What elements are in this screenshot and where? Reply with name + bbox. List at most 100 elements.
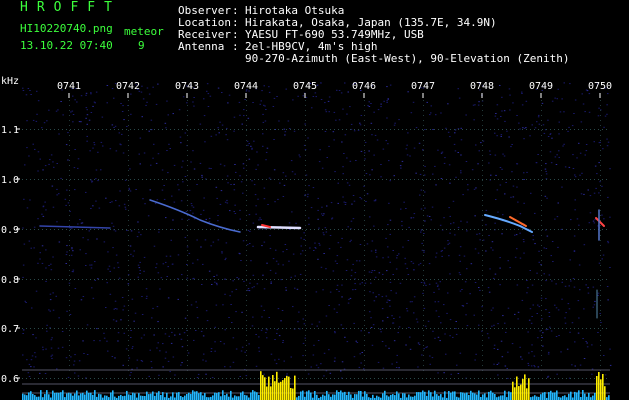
noise-speck bbox=[192, 212, 194, 214]
noise-speck bbox=[521, 358, 523, 360]
noise-speck bbox=[401, 160, 404, 162]
noise-speck bbox=[216, 274, 218, 276]
y-gridline-dot bbox=[202, 279, 203, 280]
y-gridline-dot bbox=[450, 378, 451, 379]
noise-speck bbox=[372, 292, 374, 294]
y-gridline-dot bbox=[362, 229, 363, 230]
x-gridline-dot bbox=[423, 155, 424, 156]
noise-speck bbox=[233, 116, 236, 118]
noise-speck bbox=[72, 121, 74, 123]
x-tick-label: 0743 bbox=[175, 81, 199, 92]
noise-speck bbox=[93, 142, 95, 144]
level-bar bbox=[154, 395, 156, 400]
y-gridline-dot bbox=[578, 129, 579, 130]
y-gridline-dot bbox=[374, 378, 375, 379]
y-gridline-dot bbox=[594, 378, 595, 379]
y-gridline-dot bbox=[510, 179, 511, 180]
level-bar bbox=[472, 392, 474, 400]
y-gridline-dot bbox=[150, 179, 151, 180]
y-gridline-dot bbox=[406, 378, 407, 379]
noise-speck bbox=[342, 166, 344, 168]
x-gridline-dot bbox=[187, 190, 188, 191]
noise-speck bbox=[412, 217, 415, 219]
noise-speck bbox=[578, 142, 580, 144]
noise-speck bbox=[79, 219, 81, 221]
y-gridline-dot bbox=[370, 328, 371, 329]
y-gridline-dot bbox=[62, 229, 63, 230]
noise-speck bbox=[368, 332, 370, 334]
y-gridline-dot bbox=[230, 129, 231, 130]
y-gridline-dot bbox=[534, 129, 535, 130]
noise-speck bbox=[601, 258, 603, 260]
y-gridline-dot bbox=[158, 378, 159, 379]
y-gridline-dot bbox=[282, 179, 283, 180]
noise-speck bbox=[157, 153, 160, 155]
x-gridline-dot bbox=[423, 230, 424, 231]
noise-speck bbox=[358, 366, 361, 368]
noise-speck bbox=[535, 162, 538, 164]
x-gridline-dot bbox=[69, 330, 70, 331]
y-gridline-dot bbox=[70, 129, 71, 130]
noise-speck bbox=[413, 147, 416, 149]
x-gridline-dot bbox=[128, 360, 129, 361]
x-gridline-dot bbox=[600, 125, 601, 126]
noise-speck bbox=[376, 139, 379, 141]
y-gridline-dot bbox=[90, 378, 91, 379]
noise-speck bbox=[529, 135, 531, 137]
level-bar bbox=[294, 375, 296, 400]
y-gridline-dot bbox=[554, 328, 555, 329]
noise-speck bbox=[179, 136, 182, 138]
x-gridline-dot bbox=[482, 210, 483, 211]
x-gridline-dot bbox=[69, 120, 70, 121]
y-gridline-dot bbox=[302, 279, 303, 280]
level-bar bbox=[198, 393, 200, 400]
noise-speck bbox=[400, 167, 402, 169]
noise-speck bbox=[149, 189, 151, 191]
noise-speck bbox=[364, 152, 366, 154]
noise-speck bbox=[275, 363, 278, 365]
noise-speck bbox=[360, 198, 363, 200]
x-gridline-dot bbox=[364, 330, 365, 331]
level-bar bbox=[444, 391, 446, 400]
y-gridline-dot bbox=[142, 129, 143, 130]
y-gridline-dot bbox=[462, 328, 463, 329]
x-gridline-dot bbox=[423, 225, 424, 226]
noise-speck bbox=[572, 154, 574, 156]
noise-speck bbox=[342, 108, 344, 110]
y-gridline-dot bbox=[270, 129, 271, 130]
noise-speck bbox=[380, 164, 382, 165]
noise-speck bbox=[270, 282, 272, 284]
noise-speck bbox=[476, 233, 478, 235]
y-gridline-dot bbox=[202, 129, 203, 130]
x-gridline-dot bbox=[128, 180, 129, 181]
noise-speck bbox=[478, 287, 480, 288]
y-gridline-dot bbox=[86, 129, 87, 130]
y-gridline-dot bbox=[130, 328, 131, 329]
noise-speck bbox=[465, 161, 468, 162]
noise-speck bbox=[488, 162, 490, 164]
noise-speck bbox=[558, 150, 560, 152]
x-gridline-dot bbox=[423, 235, 424, 236]
noise-speck bbox=[299, 328, 301, 330]
y-gridline-dot bbox=[102, 279, 103, 280]
noise-speck bbox=[556, 154, 558, 156]
noise-speck bbox=[455, 328, 457, 329]
x-gridline-dot bbox=[128, 195, 129, 196]
x-gridline-dot bbox=[69, 145, 70, 146]
noise-speck bbox=[382, 273, 384, 275]
noise-speck bbox=[393, 175, 395, 177]
y-gridline-dot bbox=[494, 328, 495, 329]
x-gridline-dot bbox=[69, 195, 70, 196]
y-gridline-dot bbox=[314, 378, 315, 379]
x-gridline-dot bbox=[305, 250, 306, 251]
noise-speck bbox=[90, 208, 92, 209]
y-gridline-dot bbox=[422, 279, 423, 280]
y-gridline-dot bbox=[90, 328, 91, 329]
noise-speck bbox=[266, 337, 268, 339]
level-bar bbox=[146, 391, 148, 400]
noise-speck bbox=[282, 264, 284, 266]
x-tick-label: 0746 bbox=[352, 81, 376, 92]
noise-speck bbox=[120, 319, 122, 321]
noise-speck bbox=[514, 234, 516, 236]
y-gridline-dot bbox=[230, 179, 231, 180]
